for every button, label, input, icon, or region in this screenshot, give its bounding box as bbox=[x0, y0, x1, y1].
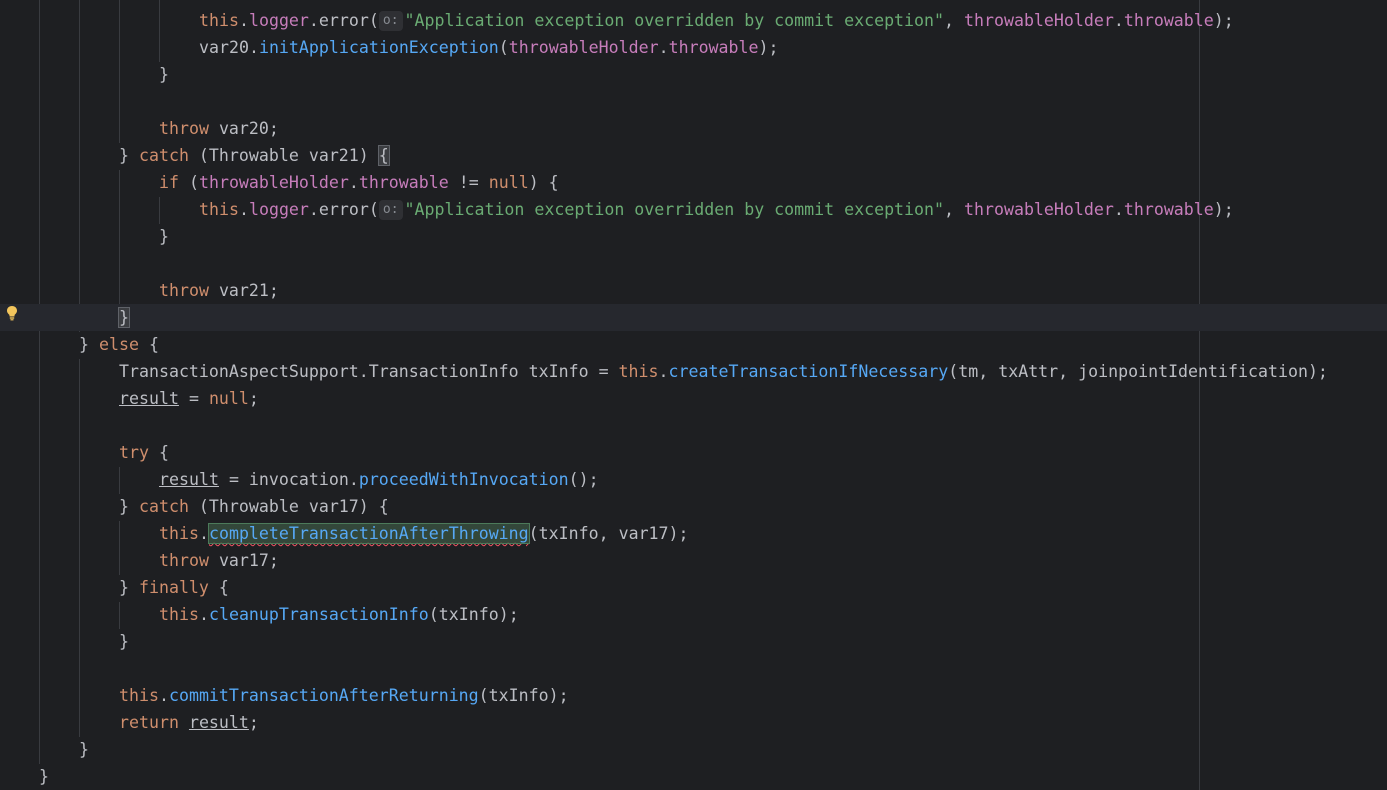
code-line[interactable]: } bbox=[0, 628, 1387, 655]
code-text: } finally { bbox=[119, 578, 229, 597]
lightbulb-icon[interactable] bbox=[5, 305, 19, 321]
code-line[interactable]: } bbox=[0, 223, 1387, 250]
code-text: } bbox=[119, 632, 129, 651]
matched-brace: } bbox=[118, 307, 130, 328]
code-line[interactable]: } bbox=[0, 736, 1387, 763]
code-text: return result; bbox=[119, 713, 259, 732]
code-text: this.cleanupTransactionInfo(txInfo); bbox=[159, 605, 519, 624]
parameter-hint: o: bbox=[378, 11, 403, 31]
code-text: } bbox=[159, 65, 169, 84]
code-text: this.logger.error(o: "Application excepti… bbox=[199, 200, 1234, 220]
current-code-line[interactable]: } bbox=[0, 304, 1387, 331]
code-text: var20.initApplicationException(throwable… bbox=[199, 38, 779, 57]
code-text: this.logger.error(o: "Application excepti… bbox=[199, 11, 1234, 31]
code-text: } bbox=[159, 227, 169, 246]
code-line[interactable]: throw var21; bbox=[0, 277, 1387, 304]
code-text: throw var20; bbox=[159, 119, 279, 138]
code-text: } else { bbox=[79, 335, 159, 354]
code-editor[interactable]: this.logger.error(o: "Application excepti… bbox=[0, 0, 1387, 790]
code-line[interactable]: TransactionAspectSupport.TransactionInfo… bbox=[0, 358, 1387, 385]
parameter-hint: o: bbox=[378, 200, 403, 220]
code-text: } catch (Throwable var17) { bbox=[119, 497, 389, 516]
code-line[interactable]: return result; bbox=[0, 709, 1387, 736]
code-line[interactable]: this.logger.error(o: "Application excepti… bbox=[0, 7, 1387, 34]
code-line[interactable]: throw var20; bbox=[0, 115, 1387, 142]
code-text: try { bbox=[119, 443, 169, 462]
code-line[interactable]: if (throwableHolder.throwable != null) { bbox=[0, 169, 1387, 196]
code-line[interactable]: } bbox=[0, 61, 1387, 88]
code-line[interactable]: try { bbox=[0, 439, 1387, 466]
code-line[interactable]: result = invocation.proceedWithInvocatio… bbox=[0, 466, 1387, 493]
code-line[interactable]: result = null; bbox=[0, 385, 1387, 412]
code-text: } bbox=[39, 767, 49, 786]
code-line[interactable]: } bbox=[0, 763, 1387, 790]
code-text: result = null; bbox=[119, 389, 259, 408]
code-text: TransactionAspectSupport.TransactionInfo… bbox=[119, 362, 1328, 381]
code-line[interactable]: } finally { bbox=[0, 574, 1387, 601]
highlighted-method-usage[interactable]: completeTransactionAfterThrowing bbox=[207, 523, 530, 544]
code-text: this.completeTransactionAfterThrowing(tx… bbox=[159, 523, 689, 544]
code-line[interactable]: this.completeTransactionAfterThrowing(tx… bbox=[0, 520, 1387, 547]
code-text: this.commitTransactionAfterReturning(txI… bbox=[119, 686, 569, 705]
code-text: } bbox=[118, 304, 130, 331]
code-line[interactable]: } catch (Throwable var21) { bbox=[0, 142, 1387, 169]
code-line[interactable]: } catch (Throwable var17) { bbox=[0, 493, 1387, 520]
code-text: throw var21; bbox=[159, 281, 279, 300]
matched-brace: { bbox=[377, 145, 390, 166]
code-text: } bbox=[79, 740, 89, 759]
code-text: throw var17; bbox=[159, 551, 279, 570]
code-line[interactable]: throw var17; bbox=[0, 547, 1387, 574]
code-line[interactable]: } else { bbox=[0, 331, 1387, 358]
code-text: } catch (Throwable var21) { bbox=[119, 145, 390, 166]
code-line[interactable]: this.cleanupTransactionInfo(txInfo); bbox=[0, 601, 1387, 628]
code-text: result = invocation.proceedWithInvocatio… bbox=[159, 470, 599, 489]
code-line[interactable]: var20.initApplicationException(throwable… bbox=[0, 34, 1387, 61]
code-text: if (throwableHolder.throwable != null) { bbox=[159, 173, 559, 192]
code-line[interactable]: this.logger.error(o: "Application excepti… bbox=[0, 196, 1387, 223]
code-line[interactable]: this.commitTransactionAfterReturning(txI… bbox=[0, 682, 1387, 709]
